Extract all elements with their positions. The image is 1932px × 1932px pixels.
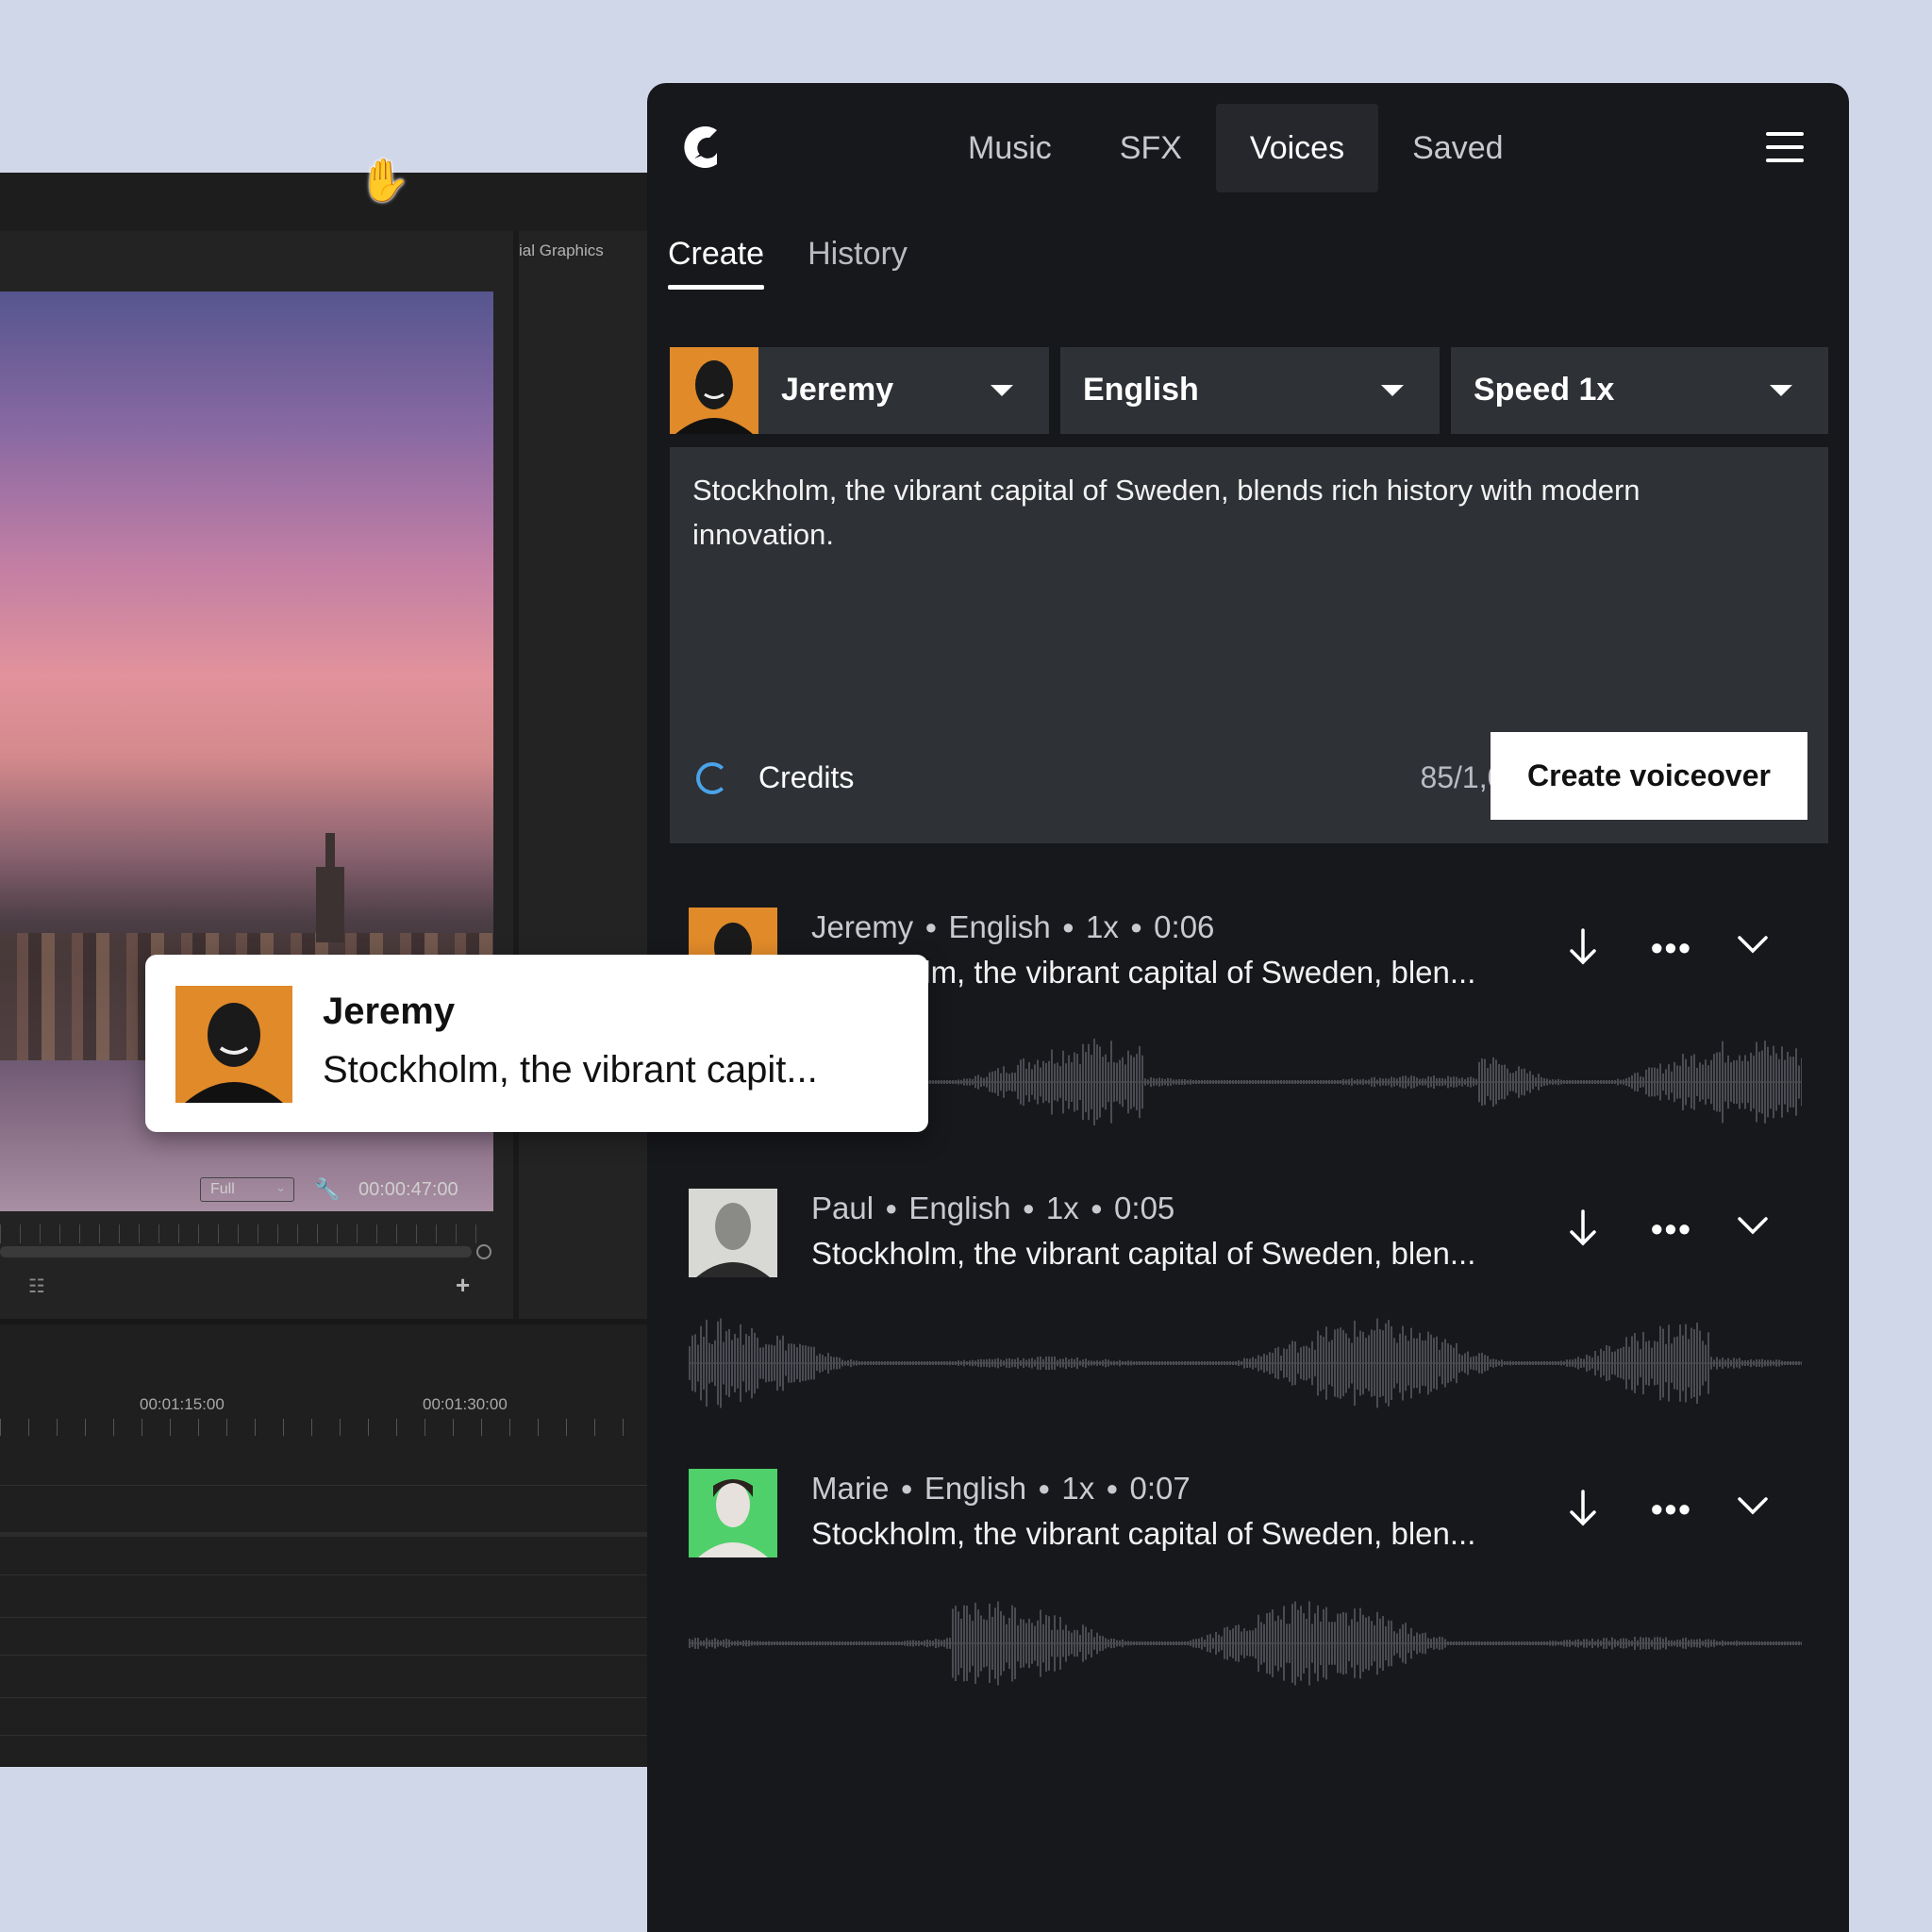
caret-down-icon <box>1381 385 1404 396</box>
timeline-time-label: 00:01:30:00 <box>423 1395 508 1413</box>
download-icon[interactable] <box>1566 926 1600 968</box>
app-logo-icon[interactable] <box>677 121 724 174</box>
hamburger-menu-icon[interactable] <box>1766 132 1804 162</box>
nav-tab-voices[interactable]: Voices <box>1215 104 1379 192</box>
chevron-down-icon[interactable] <box>1736 1213 1770 1236</box>
voice-settings-row: Jeremy English Speed 1x <box>670 347 1828 434</box>
more-options-icon[interactable]: ••• <box>1651 1490 1692 1529</box>
audio-waveform[interactable] <box>689 1311 1802 1415</box>
jeremy-avatar <box>175 986 292 1103</box>
caret-down-icon <box>1770 385 1792 396</box>
chevron-down-icon[interactable] <box>1736 932 1770 955</box>
track-divider <box>0 1532 651 1537</box>
credits-label: Credits <box>758 760 855 794</box>
script-textarea[interactable]: Stockholm, the vibrant capital of Sweden… <box>670 447 1828 843</box>
history-snippet: Stockholm, the vibrant capital of Sweden… <box>811 1236 1476 1271</box>
chevron-down-icon: ⌄ <box>275 1180 286 1194</box>
paul-avatar <box>689 1189 777 1277</box>
history-meta: Marie ● English ● 1x ● 0:07 <box>811 1471 1191 1506</box>
voice-dropdown-value: Jeremy <box>781 372 894 408</box>
voice-avatar <box>670 347 758 434</box>
chevron-down-icon[interactable] <box>1736 1493 1770 1516</box>
add-button-icon[interactable]: + <box>456 1271 470 1300</box>
safe-margins-icon[interactable]: ☷ <box>28 1274 45 1298</box>
playhead-timecode[interactable]: 00:00:47:00 <box>358 1179 458 1201</box>
fit-select-value: Full <box>210 1181 235 1197</box>
history-item[interactable]: Marie ● English ● 1x ● 0:07 Stockholm, the vib… <box>689 1469 1821 1733</box>
marie-avatar <box>689 1469 777 1557</box>
script-text[interactable]: Stockholm, the vibrant capital of Sweden… <box>692 468 1787 557</box>
sub-tabs: Create History <box>668 236 908 290</box>
track-divider <box>0 1655 651 1656</box>
track-divider <box>0 1485 651 1486</box>
credits-progress-icon <box>696 762 728 794</box>
more-options-icon[interactable]: ••• <box>1651 1209 1692 1249</box>
timeline-ruler[interactable] <box>0 1419 651 1436</box>
timeline-panel: 00:01:15:00 00:01:30:00 <box>0 1319 651 1767</box>
panel-divider[interactable] <box>513 231 519 1486</box>
language-dropdown-value: English <box>1083 372 1199 408</box>
audio-waveform[interactable] <box>689 1591 1802 1695</box>
track-divider <box>0 1574 651 1575</box>
scrub-bar[interactable] <box>0 1246 472 1257</box>
caret-down-icon <box>991 385 1013 396</box>
speed-dropdown-value: Speed 1x <box>1474 372 1615 408</box>
track-divider <box>0 1697 651 1698</box>
history-meta: Jeremy ● English ● 1x ● 0:06 <box>811 909 1215 944</box>
history-meta: Paul ● English ● 1x ● 0:05 <box>811 1191 1175 1225</box>
monitor-controls: Full ⌄ 🔧 00:00:47:00 ☷ + <box>0 1173 509 1324</box>
download-icon[interactable] <box>1566 1488 1600 1529</box>
more-options-icon[interactable]: ••• <box>1651 928 1692 968</box>
church-tower <box>316 833 344 942</box>
monitor-ruler[interactable] <box>0 1224 486 1243</box>
language-dropdown[interactable]: English <box>1060 347 1440 434</box>
card-voice-name: Jeremy <box>323 991 456 1032</box>
speed-dropdown[interactable]: Speed 1x <box>1451 347 1828 434</box>
history-item[interactable]: Paul ● English ● 1x ● 0:05 Stockholm, the vibr… <box>689 1189 1821 1453</box>
fit-select[interactable]: Full ⌄ <box>200 1177 294 1202</box>
dragged-voiceover-card[interactable]: Jeremy Stockholm, the vibrant capit... <box>145 955 928 1132</box>
tab-history[interactable]: History <box>808 236 908 290</box>
download-icon[interactable] <box>1566 1208 1600 1249</box>
scrub-handle[interactable] <box>476 1244 491 1259</box>
history-snippet: Stockholm, the vibrant capital of Sweden… <box>811 1516 1476 1551</box>
nav-tab-music[interactable]: Music <box>934 104 1086 192</box>
main-nav: Music SFX Voices Saved <box>934 104 1538 192</box>
voice-dropdown[interactable]: Jeremy <box>670 347 1049 434</box>
create-voiceover-button[interactable]: Create voiceover <box>1491 732 1807 820</box>
essential-graphics-tab[interactable]: ial Graphics <box>519 242 604 260</box>
card-snippet: Stockholm, the vibrant capit... <box>323 1049 818 1091</box>
track-divider <box>0 1735 651 1736</box>
tab-create[interactable]: Create <box>668 236 765 290</box>
editor-topbar <box>0 173 651 231</box>
wrench-icon[interactable]: 🔧 <box>314 1177 340 1202</box>
track-divider <box>0 1617 651 1618</box>
nav-tab-sfx[interactable]: SFX <box>1086 104 1216 192</box>
nav-tab-saved[interactable]: Saved <box>1378 104 1537 192</box>
grab-cursor-icon: ✋ <box>358 158 410 204</box>
timeline-time-label: 00:01:15:00 <box>140 1395 225 1413</box>
